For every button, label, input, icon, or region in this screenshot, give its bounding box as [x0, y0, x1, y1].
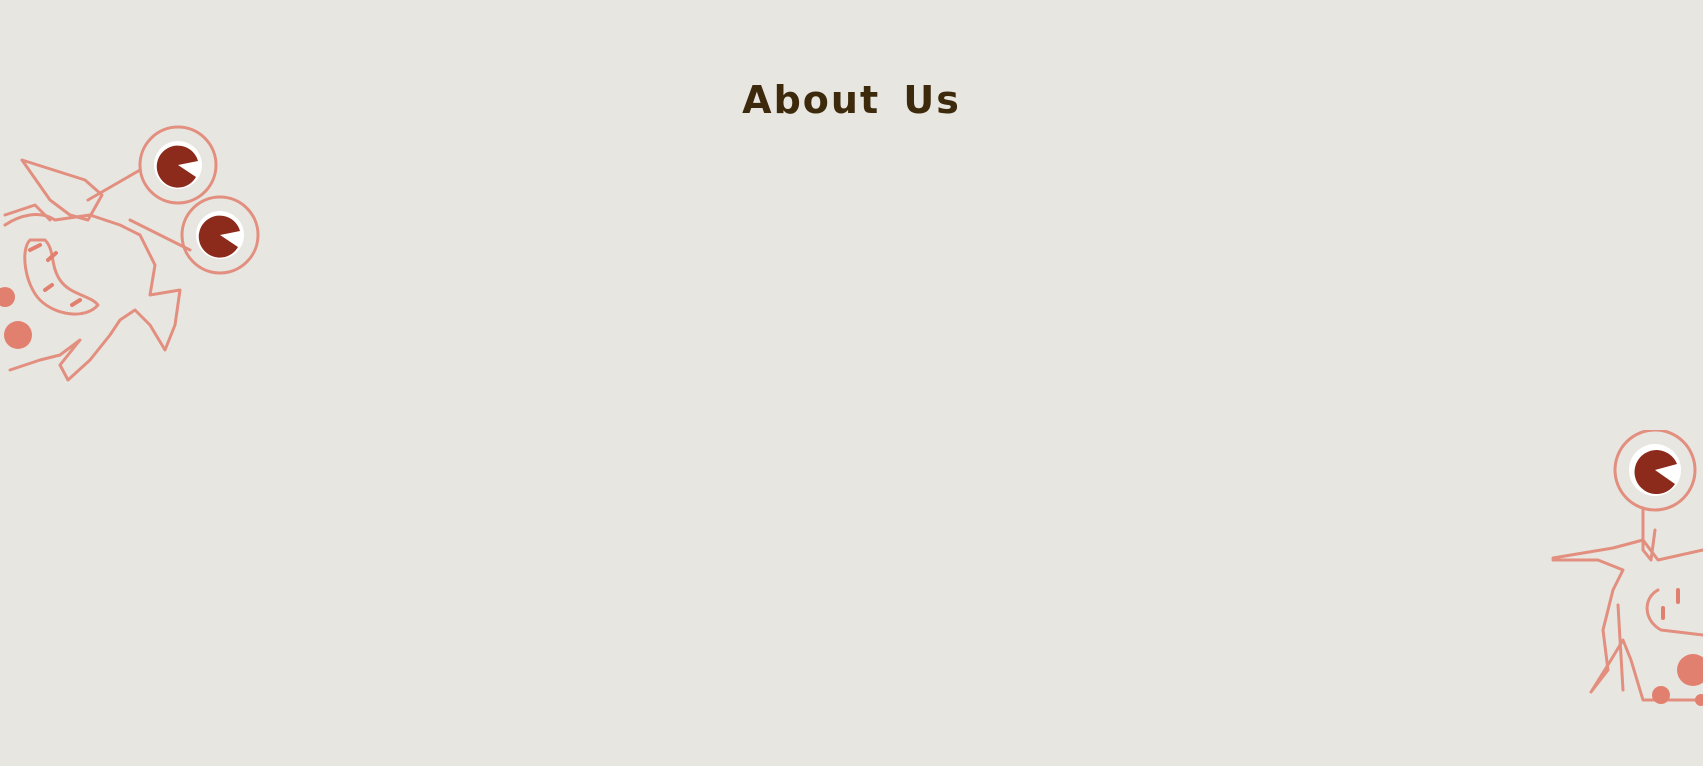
page-title: About Us	[742, 78, 961, 122]
one-eyed-monster-illustration	[1551, 430, 1703, 706]
two-eyed-monster-illustration	[0, 125, 260, 382]
about-page: About Us	[0, 0, 1703, 766]
